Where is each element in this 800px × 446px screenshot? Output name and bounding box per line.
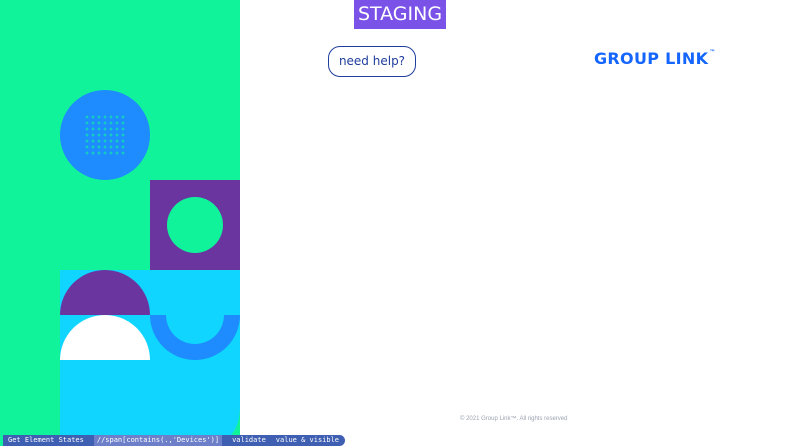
green-circle <box>167 197 223 253</box>
test-debug-overlay: Get Element States //span[contains(.,'De… <box>3 435 346 446</box>
trademark-mark: ™ <box>709 49 716 56</box>
decorative-side-panel <box>0 0 240 446</box>
geometric-illustration <box>60 90 240 446</box>
brand-name: GROUP LINK <box>594 49 709 68</box>
debug-assertion: validate <box>232 436 266 444</box>
copyright-text: © 2021 Group Link™. All rights reserved <box>460 416 568 422</box>
staging-badge: STAGING <box>354 0 446 29</box>
group-link-logo: GROUP LINK™ <box>594 49 716 68</box>
debug-locator: //span[contains(.,'Devices')] <box>93 435 223 446</box>
need-help-button[interactable]: need help? <box>328 46 416 77</box>
debug-states: value & visible <box>275 436 340 444</box>
debug-keyword: Get Element States <box>8 436 84 444</box>
